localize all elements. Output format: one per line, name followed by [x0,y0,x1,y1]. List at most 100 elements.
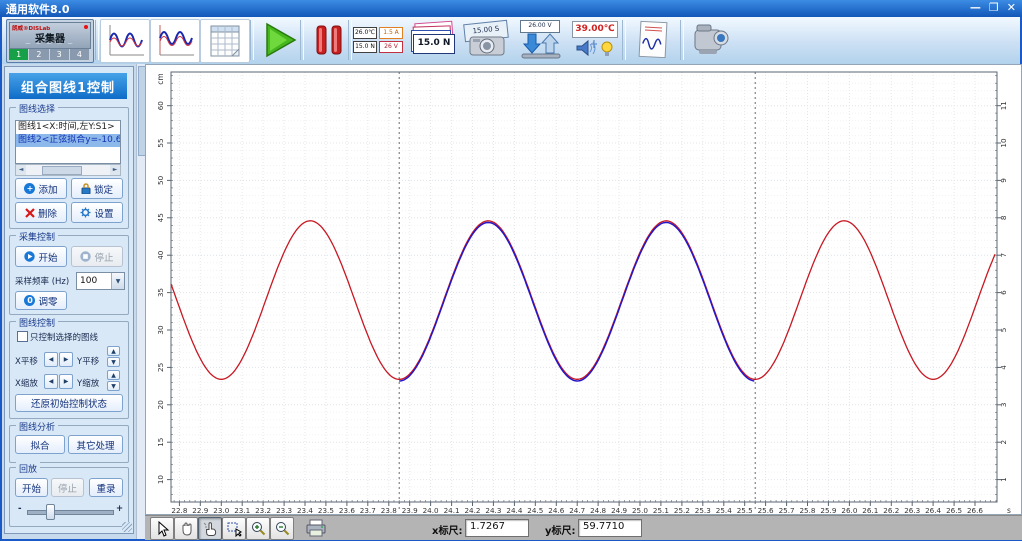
y-ruler-label: y标尺: [545,526,576,537]
scroll-thumb[interactable] [42,166,82,175]
curve-list-hscrollbar[interactable]: ◄ ► [15,164,121,176]
snapshot-button[interactable]: 15.00 S [460,19,512,61]
svg-text:6: 6 [999,290,1008,295]
lock-curve-button[interactable]: 锁定 [71,178,123,199]
delete-curve-button[interactable]: 删除 [15,202,67,223]
curve-list-item-selected[interactable]: 图线2<正弦拟合y=-10.6195*s [16,134,120,147]
temp-control-button[interactable]: 39.00℃ [568,19,620,61]
svg-text:26.3: 26.3 [904,506,920,514]
meters-icon: 26.0℃ 1.5 A 15.0 N 26 V [353,27,403,53]
lock-label: 锁定 [93,184,113,196]
zoom-region-tool-button[interactable] [222,517,246,540]
x-zoom-out-button[interactable]: ◀ [44,374,58,389]
camera-icon: 15.00 S [462,19,510,60]
panel-resize-grip[interactable] [122,522,132,532]
replay-rerecord-button[interactable]: 重录 [89,478,123,497]
collector-screen: 朗威®DISLab 采集器 — — — — — [9,22,91,49]
video-camera-icon [694,24,729,54]
svg-text:23.3: 23.3 [276,506,292,514]
settings-curve-button[interactable]: 设置 [71,202,123,223]
slider-plus-label: + [116,504,124,514]
print-button[interactable] [302,516,332,540]
other-processing-label: 其它处理 [76,440,115,452]
select-tool-button[interactable] [150,517,174,540]
svg-text:2: 2 [999,440,1008,445]
group-curve-control: 图线控制 只控制选择的图线 X平移 ◀ ▶ Y平移 ▲ ▼ X缩放 ◀ ▶ Y缩… [9,316,129,419]
zoom-out-tool-button[interactable] [270,517,294,540]
svg-text:25.1: 25.1 [653,506,669,514]
svg-text:23.5: 23.5 [318,506,334,514]
replay-stop-button[interactable]: 停止 [51,478,84,497]
y-pan-up-button[interactable]: ▲ [107,346,120,356]
maximize-button[interactable]: ❐ [989,1,999,14]
svg-text:24.5: 24.5 [527,506,543,514]
svg-text:23.8: 23.8 [381,506,397,514]
replay-slider-track[interactable] [27,510,114,515]
x-pan-right-button[interactable]: ▶ [59,352,73,367]
y-pan-down-button[interactable]: ▼ [107,357,120,367]
other-processing-button[interactable]: 其它处理 [68,435,123,454]
acq-stop-button[interactable]: 停止 [71,246,123,267]
channel-tab-1[interactable]: 1 [9,49,29,60]
table-window-button[interactable] [200,19,250,63]
x-pan-left-button[interactable]: ◀ [44,352,58,367]
x-zoom-in-button[interactable]: ▶ [59,374,73,389]
start-acquisition-button[interactable] [254,19,304,61]
minimize-button[interactable]: — [970,1,981,14]
zero-label: 调零 [38,296,58,308]
zoom-in-tool-button[interactable] [246,517,270,540]
curve-list-item[interactable]: 图线1<X:时间,左Y:S1> [16,121,120,134]
svg-text:24.7: 24.7 [569,506,585,514]
data-transfer-button[interactable]: 26.00 V [514,19,566,61]
add-curve-button[interactable]: + 添加 [15,178,67,199]
reset-view-label: 还原初始控制状态 [30,399,107,410]
channel-tab-2[interactable]: 2 [29,49,49,60]
reset-view-button[interactable]: 还原初始控制状态 [15,394,123,412]
replay-start-button[interactable]: 开始 [15,478,48,497]
chart-svg[interactable]: 22.8 22.9 23.0 23.1 23.2 23.3 23.4 23.5 23.6 23.7… [146,65,1021,515]
delete-label: 删除 [37,208,57,220]
report-button[interactable] [628,19,678,61]
meters-window-button[interactable]: 26.0℃ 1.5 A 15.0 N 26 V [352,19,404,61]
big-meter-button[interactable]: 15.0 N [406,19,458,61]
scroll-left-icon[interactable]: ◄ [16,165,26,175]
group-analysis-label: 图线分析 [16,420,59,433]
video-button[interactable] [684,19,736,61]
combo-dropdown-icon[interactable]: ▼ [111,273,124,289]
svg-text:20: 20 [156,400,165,410]
y-zoom-down-button[interactable]: ▼ [107,381,120,391]
svg-text:45: 45 [156,213,165,222]
close-button[interactable]: ✕ [1007,1,1016,14]
svg-text:35: 35 [156,288,165,297]
svg-text:24.8: 24.8 [590,506,606,514]
combined-graph-button[interactable] [100,19,150,63]
replay-slider-thumb[interactable] [46,504,55,520]
curve-list[interactable]: 图线1<X:时间,左Y:S1> 图线2<正弦拟合y=-10.6195*s [15,120,121,164]
zero-button[interactable]: 0 调零 [15,291,67,310]
zoom-out-icon [275,522,289,536]
fit-button[interactable]: 拟合 [15,435,65,454]
group-acquisition-label: 采集控制 [16,230,59,243]
sample-rate-combobox[interactable]: 100 ▼ [76,272,125,290]
scroll-right-icon[interactable]: ► [110,165,120,175]
acq-start-button[interactable]: 开始 [15,246,67,267]
title-bar: 通用软件8.0 — ❐ ✕ [0,0,1022,17]
chart-area[interactable]: 22.8 22.9 23.0 23.1 23.2 23.3 23.4 23.5 23.6 23.7… [145,64,1022,515]
channel-tab-3[interactable]: 3 [49,49,69,60]
x-ruler-value[interactable]: 1.7267 [465,519,529,537]
channel-tab-4[interactable]: 4 [69,49,89,60]
svg-text:23.1: 23.1 [234,506,250,514]
svg-text:24.2: 24.2 [464,506,480,514]
collector-device-button[interactable]: 朗威®DISLab 采集器 — — — — — 1 2 3 4 [6,19,94,63]
y-ruler-value[interactable]: 59.7710 [578,519,642,537]
svg-text:15: 15 [156,438,165,447]
graph-window-button[interactable] [150,19,200,63]
grab-tool-button[interactable] [174,517,198,540]
slider-minus-label: - [18,504,22,514]
pan-tool-button[interactable] [198,517,222,540]
svg-text:24.6: 24.6 [548,506,564,514]
only-selected-checkbox[interactable] [17,331,28,342]
svg-text:26.2: 26.2 [883,506,899,514]
y-zoom-up-button[interactable]: ▲ [107,370,120,380]
pause-acquisition-button[interactable] [304,19,354,61]
